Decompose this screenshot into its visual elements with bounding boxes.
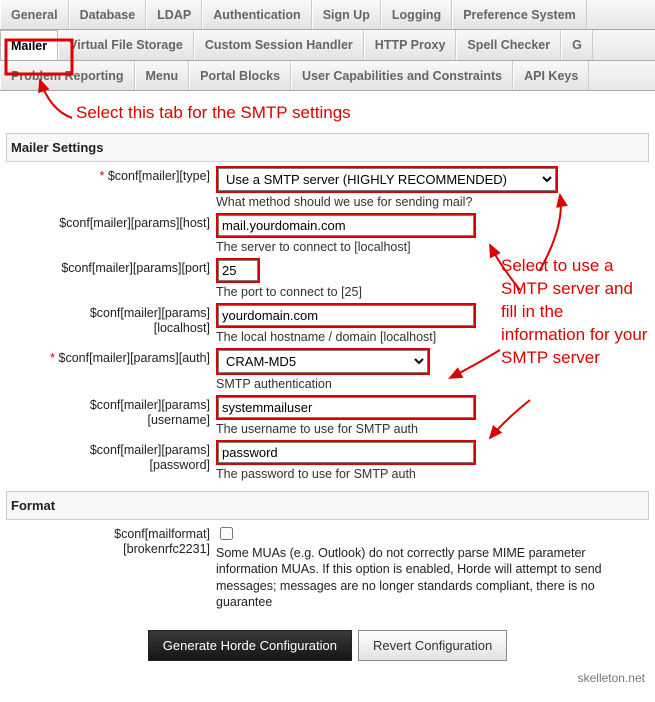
hint-mailer-username: The username to use for SMTP auth — [216, 422, 556, 436]
hint-mailer-auth: SMTP authentication — [216, 377, 556, 391]
annotation-side: Select to use a SMTP server and fill in … — [501, 255, 651, 370]
tab-ldap[interactable]: LDAP — [146, 0, 202, 29]
label-mailer-username: $conf[mailer][params][username] — [6, 395, 216, 428]
label-mailer-auth: * $conf[mailer][params][auth] — [6, 348, 216, 366]
tab-sign-up[interactable]: Sign Up — [312, 0, 381, 29]
tab-custom-session-handler[interactable]: Custom Session Handler — [194, 30, 364, 60]
input-mailer-host[interactable] — [218, 215, 474, 236]
tab-row-2: MailerVirtual File StorageCustom Session… — [0, 30, 655, 61]
label-mailer-type: * $conf[mailer][type] — [6, 166, 216, 184]
tab-spell-checker[interactable]: Spell Checker — [456, 30, 561, 60]
highlight-auth-field: CRAM-MD5 — [216, 348, 430, 375]
tab-row-1: GeneralDatabaseLDAPAuthenticationSign Up… — [0, 0, 655, 30]
tab-http-proxy[interactable]: HTTP Proxy — [364, 30, 457, 60]
tab-mailer[interactable]: Mailer — [0, 30, 58, 61]
input-mailer-port[interactable] — [218, 260, 258, 281]
section-mailer-settings: Mailer Settings — [6, 133, 649, 162]
label-mailer-port: $conf[mailer][params][port] — [6, 258, 216, 276]
tab-general[interactable]: General — [0, 0, 69, 29]
label-brokenrfc: $conf[mailformat][brokenrfc2231] — [6, 524, 216, 557]
select-mailer-auth[interactable]: CRAM-MD5 — [218, 350, 428, 373]
desc-brokenrfc: Some MUAs (e.g. Outlook) do not correctl… — [216, 543, 649, 612]
section-format: Format — [6, 491, 649, 520]
label-mailer-host: $conf[mailer][params][host] — [6, 213, 216, 231]
tab-problem-reporting[interactable]: Problem Reporting — [0, 61, 135, 90]
label-mailer-localhost: $conf[mailer][params][localhost] — [6, 303, 216, 336]
select-mailer-type[interactable]: Use a SMTP server (HIGHLY RECOMMENDED) — [218, 168, 556, 191]
checkbox-brokenrfc[interactable] — [220, 527, 233, 540]
highlight-port-field — [216, 258, 260, 283]
tab-g[interactable]: G — [561, 30, 593, 60]
tab-menu[interactable]: Menu — [135, 61, 190, 90]
tab-authentication[interactable]: Authentication — [202, 0, 312, 29]
hint-mailer-password: The password to use for SMTP auth — [216, 467, 556, 481]
annotation-select-tab: Select this tab for the SMTP settings — [6, 99, 649, 131]
footer-brand: skelleton.net — [0, 671, 655, 689]
input-mailer-username[interactable] — [218, 397, 474, 418]
input-mailer-localhost[interactable] — [218, 305, 474, 326]
generate-config-button[interactable]: Generate Horde Configuration — [148, 630, 352, 661]
highlight-host-field — [216, 213, 476, 238]
hint-mailer-host: The server to connect to [localhost] — [216, 240, 556, 254]
highlight-password-field — [216, 440, 476, 465]
tab-api-keys[interactable]: API Keys — [513, 61, 589, 90]
tab-logging[interactable]: Logging — [381, 0, 452, 29]
tab-preference-system[interactable]: Preference System — [452, 0, 587, 29]
revert-config-button[interactable]: Revert Configuration — [358, 630, 507, 661]
hint-mailer-type: What method should we use for sending ma… — [216, 195, 558, 209]
highlight-localhost-field — [216, 303, 476, 328]
label-mailer-password: $conf[mailer][params][password] — [6, 440, 216, 473]
tab-portal-blocks[interactable]: Portal Blocks — [189, 61, 291, 90]
highlight-username-field — [216, 395, 476, 420]
tab-row-3: Problem ReportingMenuPortal BlocksUser C… — [0, 61, 655, 91]
tab-database[interactable]: Database — [69, 0, 147, 29]
tab-virtual-file-storage[interactable]: Virtual File Storage — [58, 30, 194, 60]
tab-user-capabilities-and-constraints[interactable]: User Capabilities and Constraints — [291, 61, 513, 90]
highlight-type-field: Use a SMTP server (HIGHLY RECOMMENDED) — [216, 166, 558, 193]
input-mailer-password[interactable] — [218, 442, 474, 463]
